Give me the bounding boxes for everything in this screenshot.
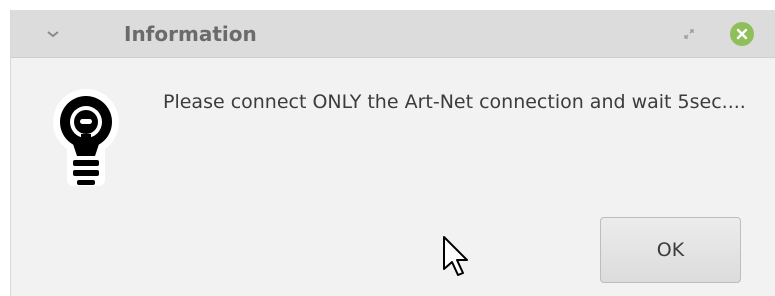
dialog-message: Please connect ONLY the Art-Net connecti… [163, 91, 746, 113]
window-title: Information [124, 22, 257, 46]
information-dialog: Information Please connect ONLY the Art-… [10, 10, 775, 296]
mouse-pointer-icon [443, 236, 468, 276]
close-button[interactable] [730, 22, 754, 46]
lightbulb-icon [53, 89, 119, 186]
close-icon [736, 28, 748, 40]
restore-button[interactable] [681, 26, 697, 42]
window-menu-button[interactable] [41, 24, 65, 44]
titlebar: Information [11, 10, 775, 58]
ok-button[interactable]: OK [600, 217, 741, 283]
restore-icon [684, 29, 694, 39]
chevron-down-icon [47, 31, 59, 38]
